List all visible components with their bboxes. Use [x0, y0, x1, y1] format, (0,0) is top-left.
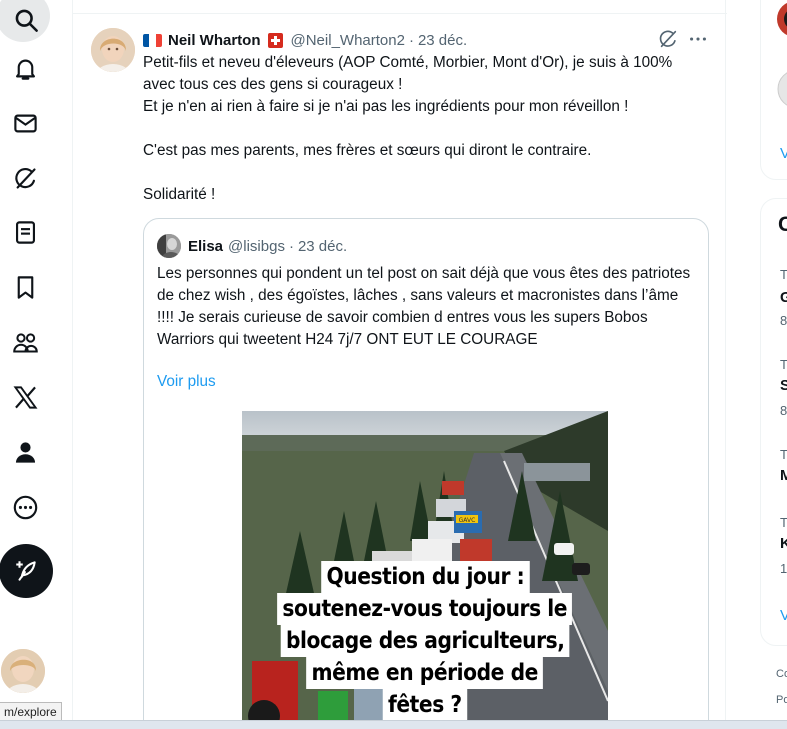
tweet-text: Petit-fils et neveu d'éleveurs (AOP Comt…	[143, 52, 703, 206]
lists-icon	[15, 220, 35, 244]
tweet-paragraph	[143, 118, 703, 140]
show-more-follow-link[interactable]: V	[780, 145, 787, 162]
lists-nav-item[interactable]	[0, 207, 50, 257]
who-to-follow-card: V	[760, 0, 787, 180]
more-options-icon[interactable]	[687, 28, 709, 50]
profile-nav-item[interactable]	[0, 427, 50, 477]
separator-dot: ·	[408, 31, 414, 49]
quote-text: Les personnes qui pondent un tel post on…	[157, 265, 691, 348]
compose-button[interactable]	[0, 544, 53, 598]
overlay-line: soutenez-vous toujours le	[277, 593, 573, 625]
explore-nav-item[interactable]	[0, 0, 50, 42]
show-more-trends-link[interactable]: V	[780, 607, 787, 624]
trends-heading: C	[778, 213, 787, 236]
quote-author-avatar	[157, 234, 181, 258]
profile-icon	[15, 441, 35, 463]
search-icon	[15, 9, 38, 32]
trend-context: Te	[780, 267, 787, 282]
right-sidebar: V C Te G 8 Te S 8 Te M Te K 1: V Co Po	[758, 0, 787, 729]
notifications-icon	[15, 59, 35, 80]
trend-count: 8	[780, 403, 787, 418]
trend-context: Te	[780, 447, 787, 462]
trend-context: Te	[780, 515, 787, 530]
image-overlay-text: Question du jour : soutenez-vous toujour…	[242, 561, 608, 721]
overlay-line: même en période de	[306, 657, 544, 689]
grok-actions-icon[interactable]	[657, 28, 679, 50]
quote-date: 23 déc.	[297, 237, 348, 255]
premium-nav-item[interactable]	[0, 372, 50, 422]
messages-icon	[13, 114, 37, 132]
status-bar-url: m/explore	[0, 702, 62, 721]
author-name[interactable]: Neil Wharton	[168, 32, 261, 49]
tweet-header: Neil Wharton @Neil_Wharton2 · 23 déc.	[143, 30, 467, 50]
tweet-paragraph: C'est pas mes parents, mes frères et sœu…	[143, 142, 592, 159]
tweet-date[interactable]: 23 déc.	[418, 32, 467, 49]
footer-link[interactable]: Po	[776, 694, 787, 706]
overlay-line: Question du jour :	[320, 561, 530, 593]
notifications-nav-item[interactable]	[0, 43, 50, 93]
os-taskbar	[0, 720, 787, 729]
truck-label: GAVC	[459, 517, 476, 524]
author-avatar-image	[91, 28, 135, 72]
trend-title[interactable]: M	[780, 467, 787, 484]
x-logo-icon	[13, 385, 37, 409]
trend-count: 1:	[780, 561, 787, 576]
trend-title[interactable]: K	[780, 535, 787, 552]
quote-avatar-image	[157, 234, 181, 258]
tweet-paragraph	[143, 162, 703, 184]
grok-icon	[14, 167, 36, 189]
author-avatar[interactable]	[91, 28, 135, 72]
account-avatar-image	[1, 649, 45, 693]
communities-icon	[12, 332, 38, 353]
previous-post-edge	[73, 0, 727, 14]
trends-card: C Te G 8 Te S 8 Te M Te K 1: V	[760, 198, 787, 646]
more-circle-icon	[13, 495, 37, 519]
trend-count: 8	[780, 313, 787, 328]
communities-nav-item[interactable]	[0, 317, 50, 367]
more-nav-item[interactable]	[0, 482, 50, 532]
bookmarks-nav-item[interactable]	[0, 262, 50, 312]
trend-title[interactable]: S	[780, 377, 787, 394]
tweet-paragraph: Solidarité !	[143, 186, 216, 203]
compose-icon	[16, 561, 36, 581]
trend-context: Te	[780, 357, 787, 372]
show-more-link[interactable]: Voir plus	[157, 373, 216, 391]
left-navigation: m/explore	[0, 0, 64, 729]
author-handle[interactable]: @Neil_Wharton2	[291, 32, 405, 49]
france-flag-icon	[143, 33, 162, 47]
overlay-line: fêtes ?	[382, 689, 468, 721]
tweet-paragraph: Et je n'en ai rien à faire si je n'ai pa…	[143, 98, 629, 115]
timeline-column: Neil Wharton @Neil_Wharton2 · 23 déc. Pe…	[72, 0, 727, 729]
account-avatar[interactable]	[1, 649, 45, 693]
quote-header: Elisa @lisibgs · 23 déc.	[157, 234, 347, 258]
overlay-line: blocage des agriculteurs,	[280, 625, 570, 657]
messages-nav-item[interactable]	[0, 98, 50, 148]
quote-author-name: Elisa	[188, 237, 224, 255]
quote-image[interactable]: GAVC Question du jour : soutenez-vous to…	[242, 411, 608, 729]
grok-nav-item[interactable]	[0, 153, 50, 203]
footer-link[interactable]: Co	[776, 668, 787, 680]
tweet-paragraph: Petit-fils et neveu d'éleveurs (AOP Comt…	[143, 54, 673, 93]
bookmarks-icon	[17, 275, 33, 299]
suggested-account-avatar[interactable]	[777, 69, 787, 109]
suggested-account-avatar[interactable]	[777, 1, 787, 37]
trend-title[interactable]: G	[780, 289, 787, 306]
switzerland-flag-icon	[267, 32, 283, 48]
quote-author-handle: @lisibgs	[228, 237, 285, 255]
separator-dot: ·	[288, 237, 294, 255]
quoted-tweet[interactable]: Elisa @lisibgs · 23 déc. Les personnes q…	[143, 218, 709, 729]
